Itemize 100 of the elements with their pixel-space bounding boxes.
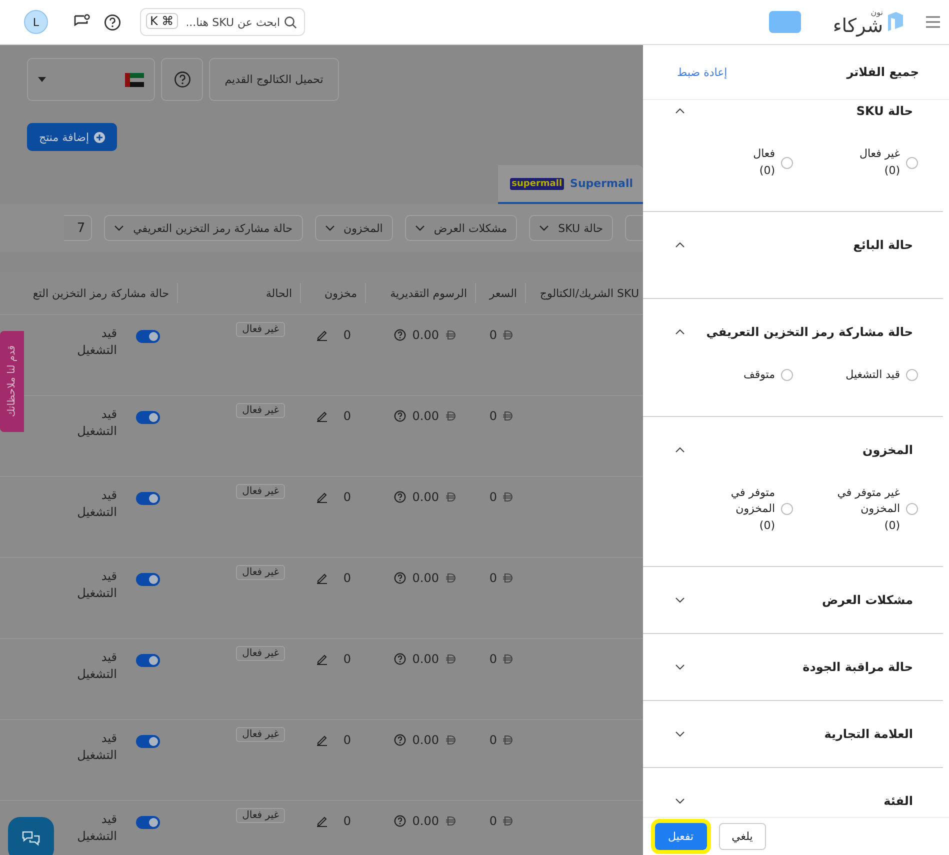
stock-value: 0 xyxy=(343,571,351,585)
stock-value: 0 xyxy=(343,409,351,423)
logo-subtext: نون xyxy=(870,8,883,16)
status-badge: غير فعال xyxy=(236,402,285,418)
sharing-toggle[interactable] xyxy=(136,330,160,343)
price-value: 0 xyxy=(489,733,497,747)
stock-value: 0 xyxy=(343,652,351,666)
sharing-toggle[interactable] xyxy=(136,411,160,424)
sharing-label: قيد التشغيل xyxy=(76,325,117,360)
filter-option[interactable]: متوقف xyxy=(668,367,793,384)
country-select[interactable] xyxy=(27,58,155,101)
price-value: 0 xyxy=(489,652,497,666)
edit-icon[interactable] xyxy=(316,734,328,746)
price-value: 0 xyxy=(489,409,497,423)
status-badge: غير فعال xyxy=(236,322,285,336)
edit-icon[interactable] xyxy=(316,491,328,503)
column-header: السعر xyxy=(489,286,517,300)
dirham-icon xyxy=(502,735,513,745)
user-avatar[interactable]: L xyxy=(24,10,48,34)
help-icon xyxy=(394,734,406,746)
cancel-button[interactable]: يلغي xyxy=(718,823,766,850)
filter-dropdown[interactable]: حالة مشاركة رمز التخزين التعريفي xyxy=(104,215,303,241)
filter-section-header[interactable]: حالة مراقبة الجودة xyxy=(643,634,943,700)
help-icon xyxy=(394,329,406,341)
edit-icon[interactable] xyxy=(316,329,328,341)
logo-icon xyxy=(887,11,904,33)
filter-dropdown[interactable]: مشكلات العرض xyxy=(404,215,518,241)
edit-icon[interactable] xyxy=(316,815,328,827)
chat-icon xyxy=(22,830,40,848)
dirham-icon xyxy=(502,492,513,502)
reset-link[interactable]: إعادة ضبط xyxy=(677,66,728,78)
chevron-down-icon xyxy=(324,225,335,231)
status-badge: غير فعال xyxy=(236,726,285,742)
help-button[interactable] xyxy=(161,58,203,101)
sharing-toggle[interactable] xyxy=(136,735,160,748)
help-icon xyxy=(394,653,406,665)
sharing-label: قيد التشغيل xyxy=(76,730,117,764)
sharing-toggle[interactable] xyxy=(136,816,160,829)
filter-section-header[interactable]: حالة مشاركة رمز التخزين التعريفي xyxy=(643,299,943,365)
column-header: مخزون xyxy=(324,286,357,300)
sharing-label: قيد التشغيل xyxy=(76,487,117,522)
filter-section-header[interactable]: الفئة xyxy=(643,768,943,817)
filter-section-header[interactable]: حالة البائع xyxy=(643,212,943,278)
status-badge: غير فعال xyxy=(236,564,285,580)
fees-value: 0.00 xyxy=(412,814,439,828)
fees-value: 0.00 xyxy=(412,490,439,504)
column-header: الحالة xyxy=(266,286,292,300)
download-catalog-button[interactable]: تحميل الكتالوج القديم xyxy=(209,58,339,101)
filter-section-header[interactable]: مشكلات العرض xyxy=(643,567,943,633)
help-icon xyxy=(174,71,190,88)
help-icon[interactable] xyxy=(104,14,121,30)
sharing-toggle[interactable] xyxy=(136,654,160,667)
dirham-icon xyxy=(445,492,456,502)
edit-icon[interactable] xyxy=(316,653,328,665)
status-badge: غير فعال xyxy=(236,646,285,660)
dirham-icon xyxy=(502,573,513,583)
filter-section-header[interactable]: العلامة التجارية xyxy=(643,701,943,767)
sharing-label: قيد التشغيل xyxy=(76,811,117,846)
help-icon xyxy=(394,815,406,827)
filter-dropdown[interactable]: المخزون xyxy=(314,215,393,241)
menu-icon[interactable] xyxy=(926,16,940,28)
help-icon xyxy=(394,491,406,503)
plus-icon xyxy=(94,132,106,142)
sharing-label: قيد التشغيل xyxy=(76,568,117,602)
fees-value: 0.00 xyxy=(412,328,439,342)
dirham-icon xyxy=(445,654,456,664)
flag-icon xyxy=(125,72,144,86)
sharing-toggle[interactable] xyxy=(136,573,160,586)
price-value: 0 xyxy=(489,571,497,585)
dirham-icon xyxy=(502,330,513,340)
column-header: حالة مشاركة رمز التخزين التع xyxy=(32,286,169,300)
add-product-button[interactable]: إضافة منتج xyxy=(27,123,118,151)
filter-section-header[interactable]: حالة SKU xyxy=(643,100,943,144)
status-badge: غير فعال xyxy=(236,484,285,498)
sharing-label: قيد التشغيل xyxy=(76,649,117,684)
status-badge: غير فعال xyxy=(236,808,285,822)
chevron-down-icon xyxy=(114,225,124,231)
store-tab[interactable]: supermall Supermall xyxy=(498,165,643,204)
filter-count-chip[interactable]: 7 xyxy=(64,215,92,241)
chevron-down-icon xyxy=(539,225,550,231)
stock-value: 0 xyxy=(343,328,351,342)
help-icon xyxy=(394,572,406,584)
sharing-toggle[interactable] xyxy=(136,492,160,505)
drawer-title: جميع الفلاتر xyxy=(846,65,919,79)
dirham-icon xyxy=(445,735,456,745)
feedback-tab[interactable]: قدم لنا ملاحظاتك xyxy=(0,331,24,432)
chat-button[interactable] xyxy=(8,817,54,855)
filter-option[interactable]: قيد التشغيل xyxy=(793,367,918,384)
price-value: 0 xyxy=(489,490,497,504)
fees-value: 0.00 xyxy=(412,652,439,666)
edit-icon[interactable] xyxy=(316,572,328,584)
square-icon xyxy=(768,11,801,33)
filter-dropdown[interactable]: حالة SKU xyxy=(529,215,613,241)
stock-value: 0 xyxy=(343,814,351,828)
dirham-icon xyxy=(502,654,513,664)
edit-icon[interactable] xyxy=(316,410,328,422)
dirham-icon xyxy=(502,816,513,826)
filter-section-header[interactable]: المخزون xyxy=(643,416,943,482)
fees-value: 0.00 xyxy=(412,571,439,585)
dirham-icon xyxy=(502,411,513,421)
